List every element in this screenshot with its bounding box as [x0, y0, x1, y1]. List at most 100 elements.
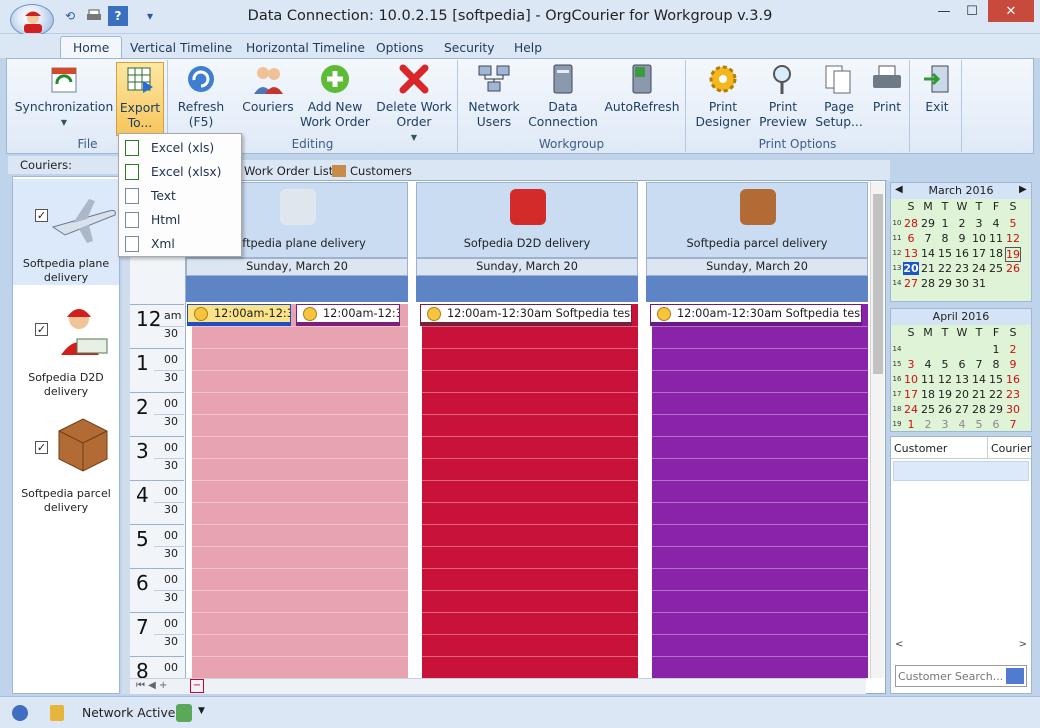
- tab-security[interactable]: Security: [432, 36, 507, 59]
- appointment[interactable]: 12:00am-12:30am Softpedia test: [420, 304, 632, 326]
- calendar-day[interactable]: 12: [937, 373, 953, 386]
- calendar-day[interactable]: 29: [937, 277, 953, 290]
- customer-search-box[interactable]: [895, 665, 1027, 687]
- calendar-day[interactable]: 31: [971, 277, 987, 290]
- minimize-button[interactable]: —: [930, 0, 958, 22]
- calendar-day[interactable]: 20: [903, 262, 919, 275]
- courier-checkbox[interactable]: ✓: [35, 323, 48, 336]
- col-courier[interactable]: Courier: [987, 437, 1031, 459]
- calendar-day[interactable]: 25: [988, 262, 1004, 275]
- undo-icon[interactable]: ⟲: [60, 6, 80, 26]
- calendar-day[interactable]: 13: [954, 373, 970, 386]
- calendar-day[interactable]: 6: [903, 232, 919, 245]
- couriers-button[interactable]: Couriers: [238, 62, 298, 136]
- courier-checkbox[interactable]: ✓: [35, 441, 48, 454]
- printer-icon[interactable]: [84, 6, 104, 26]
- time-slot-area[interactable]: [652, 304, 868, 679]
- calendar-day[interactable]: 29: [920, 217, 936, 230]
- export-excel-xlsx[interactable]: Excel (xlsx): [119, 160, 241, 184]
- day-header[interactable]: Sunday, March 20: [186, 258, 408, 276]
- calendar-day[interactable]: 23: [1005, 388, 1021, 401]
- data-connection-button[interactable]: Data Connection: [528, 62, 598, 136]
- calendar-day[interactable]: 28: [920, 277, 936, 290]
- calendar-day[interactable]: 18: [988, 247, 1004, 260]
- refresh-button[interactable]: Refresh (F5): [174, 62, 228, 136]
- binoculars-icon[interactable]: [1006, 668, 1024, 684]
- calendar-day[interactable]: 6: [988, 418, 1004, 431]
- time-slot-area[interactable]: [422, 304, 638, 679]
- calendar-day[interactable]: 10: [971, 232, 987, 245]
- resource-header[interactable]: Sofpedia D2D delivery: [416, 182, 638, 258]
- all-day-area[interactable]: [646, 276, 868, 302]
- calendar-day[interactable]: 19: [937, 388, 953, 401]
- export-to-button[interactable]: Export To...: [116, 62, 164, 136]
- navigator-first-icon[interactable]: ⏮ ◀ +: [136, 680, 167, 691]
- courier-item-parcel[interactable]: ✓ Softpedia parcel delivery: [13, 403, 119, 514]
- scroll-left-icon[interactable]: <: [895, 639, 903, 650]
- sync-status-icon[interactable]: [12, 705, 28, 721]
- calendar-day[interactable]: 17: [971, 247, 987, 260]
- calendar-day[interactable]: 21: [971, 388, 987, 401]
- app-menu-button[interactable]: [10, 4, 54, 36]
- customer-grid-hscroll[interactable]: < >: [891, 639, 1031, 653]
- calendar-day[interactable]: 4: [920, 358, 936, 371]
- delete-work-order-button[interactable]: Delete Work Order ▼: [376, 62, 452, 142]
- calendar-day[interactable]: 3: [903, 358, 919, 371]
- navigator-remove-icon[interactable]: −: [190, 679, 204, 693]
- calendar-day[interactable]: 16: [1005, 373, 1021, 386]
- calendar-day[interactable]: 1: [937, 217, 953, 230]
- calendar-day[interactable]: 2: [954, 217, 970, 230]
- calendar-day[interactable]: 8: [937, 232, 953, 245]
- scheduler-horizontal-scrollbar[interactable]: ⏮ ◀ + −: [130, 678, 866, 694]
- calendar-day[interactable]: 15: [937, 247, 953, 260]
- tab-help[interactable]: Help: [502, 36, 554, 59]
- calendar-day[interactable]: 22: [988, 388, 1004, 401]
- calendar-day[interactable]: 7: [920, 232, 936, 245]
- calendar-day[interactable]: 1: [988, 343, 1004, 356]
- calendar-day[interactable]: 25: [920, 403, 936, 416]
- calendar-day[interactable]: 24: [903, 403, 919, 416]
- appointment[interactable]: 12:00am-12:30: [296, 304, 400, 326]
- calendar-day[interactable]: 12: [1005, 232, 1021, 245]
- calendar-day[interactable]: 4: [988, 217, 1004, 230]
- calendar-day[interactable]: 27: [903, 277, 919, 290]
- maximize-button[interactable]: ☐: [958, 0, 986, 22]
- export-text[interactable]: Text: [119, 184, 241, 208]
- day-header[interactable]: Sunday, March 20: [416, 258, 638, 276]
- courier-item-plane[interactable]: ✓ Softpedia plane delivery: [13, 179, 119, 285]
- calendar-day[interactable]: 5: [971, 418, 987, 431]
- calendar-day[interactable]: 26: [1005, 262, 1021, 275]
- calendar-day[interactable]: 10: [903, 373, 919, 386]
- calendar-day[interactable]: 3: [937, 418, 953, 431]
- add-work-order-button[interactable]: Add New Work Order: [300, 62, 370, 136]
- calendar-day[interactable]: 15: [988, 373, 1004, 386]
- calendar-day[interactable]: 1: [903, 418, 919, 431]
- calendar-day[interactable]: 6: [954, 358, 970, 371]
- calendar-day[interactable]: 9: [954, 232, 970, 245]
- exit-button[interactable]: Exit: [916, 62, 958, 136]
- calendar-day[interactable]: 5: [937, 358, 953, 371]
- scrollbar-thumb[interactable]: [873, 194, 883, 374]
- tab-vertical-timeline[interactable]: Vertical Timeline: [118, 36, 244, 59]
- calendar-day[interactable]: 16: [954, 247, 970, 260]
- customer-search-input[interactable]: [898, 667, 1002, 685]
- export-html[interactable]: Html: [119, 208, 241, 232]
- tab-customers[interactable]: Customers: [332, 162, 412, 180]
- calendar-day[interactable]: 2: [1005, 343, 1021, 356]
- calendar-day[interactable]: 18: [920, 388, 936, 401]
- all-day-area[interactable]: [186, 276, 408, 302]
- export-excel-xls[interactable]: Excel (xls): [119, 136, 241, 160]
- synchronization-button[interactable]: Synchronization ▼: [15, 62, 113, 136]
- calendar-day[interactable]: 7: [1005, 418, 1021, 431]
- calendar-day[interactable]: 28: [903, 217, 919, 230]
- calendar-day[interactable]: 30: [1005, 403, 1021, 416]
- calendar-day[interactable]: 19: [1005, 247, 1021, 262]
- autorefresh-button[interactable]: AutoRefresh: [604, 62, 680, 136]
- calendar-day[interactable]: 20: [954, 388, 970, 401]
- calendar-day[interactable]: 28: [971, 403, 987, 416]
- calendar-day[interactable]: 22: [937, 262, 953, 275]
- tab-horizontal-timeline[interactable]: Horizontal Timeline: [234, 36, 377, 59]
- close-button[interactable]: ✕: [988, 0, 1034, 22]
- export-xml[interactable]: Xml: [119, 232, 241, 256]
- day-header[interactable]: Sunday, March 20: [646, 258, 868, 276]
